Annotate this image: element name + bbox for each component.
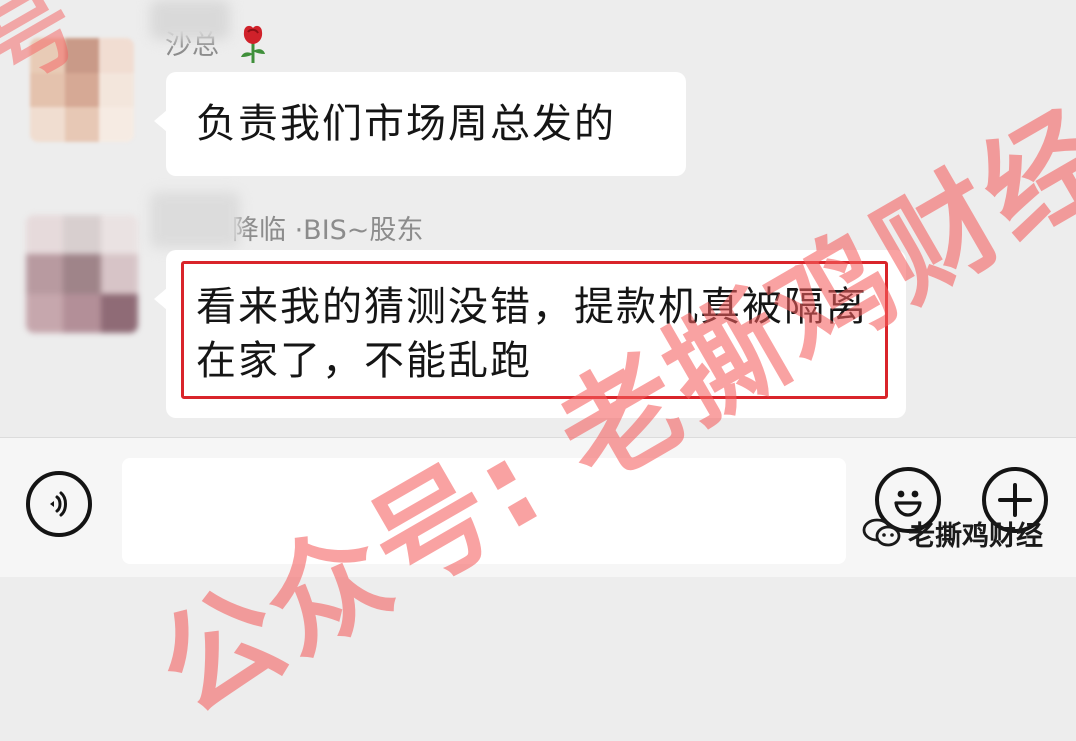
brand-name: 老撕鸡财经 bbox=[908, 520, 1043, 552]
avatar[interactable] bbox=[26, 215, 138, 333]
sender-name: 降临 ·BIS~股东 bbox=[232, 215, 424, 246]
name-blur-mask bbox=[150, 0, 230, 40]
message-bubble[interactable]: 负责我们市场周总发的 bbox=[154, 72, 686, 176]
wechat-official-account-icon bbox=[862, 518, 901, 547]
rose-icon bbox=[241, 25, 265, 63]
brand-badge: 老撕鸡财经 bbox=[862, 512, 1043, 554]
voice-button[interactable] bbox=[26, 471, 92, 537]
voice-icon bbox=[50, 491, 67, 517]
name-blur-mask bbox=[150, 192, 240, 248]
message-text: 负责我们市场周总发的 bbox=[196, 101, 616, 147]
